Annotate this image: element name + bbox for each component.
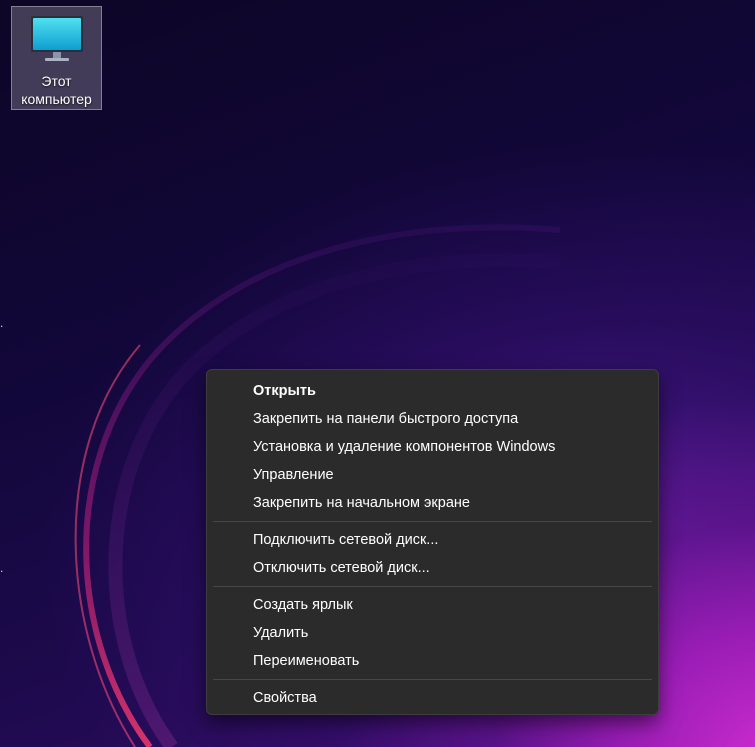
menu-item-pin-quick-access[interactable]: Закрепить на панели быстрого доступа <box>207 405 658 433</box>
menu-item-properties[interactable]: Свойства <box>207 684 658 712</box>
menu-item-map-network-drive[interactable]: Подключить сетевой диск... <box>207 526 658 554</box>
this-pc-label: Этот компьютер <box>21 73 92 107</box>
menu-item-pin-start[interactable]: Закрепить на начальном экране <box>207 489 658 517</box>
this-pc-desktop-icon[interactable]: Этот компьютер <box>11 6 102 110</box>
menu-separator <box>213 586 652 587</box>
offscreen-icon-ellipsis: . <box>0 316 4 330</box>
menu-item-windows-features[interactable]: Установка и удаление компонентов Windows <box>207 433 658 461</box>
menu-item-create-shortcut[interactable]: Создать ярлык <box>207 591 658 619</box>
menu-item-rename[interactable]: Переименовать <box>207 647 658 675</box>
context-menu: Открыть Закрепить на панели быстрого дос… <box>206 369 659 715</box>
offscreen-icon-ellipsis: . <box>0 561 4 575</box>
menu-item-manage[interactable]: Управление <box>207 461 658 489</box>
menu-item-disconnect-network-drive[interactable]: Отключить сетевой диск... <box>207 554 658 582</box>
menu-separator <box>213 521 652 522</box>
menu-item-open[interactable]: Открыть <box>207 377 658 405</box>
menu-separator <box>213 679 652 680</box>
monitor-icon <box>30 16 83 61</box>
menu-item-delete[interactable]: Удалить <box>207 619 658 647</box>
